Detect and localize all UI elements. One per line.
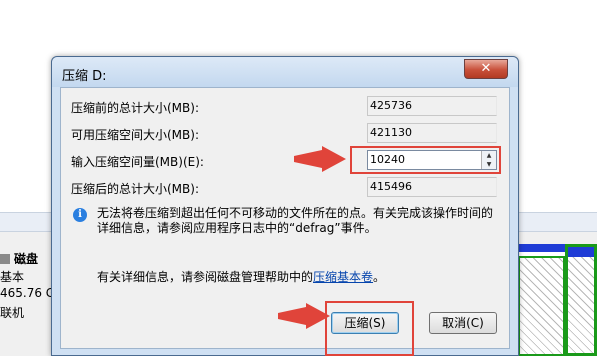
arrow-to-compress-icon [278,303,330,329]
arrow-to-input-icon [294,146,346,172]
annotation-arrows [278,146,346,329]
